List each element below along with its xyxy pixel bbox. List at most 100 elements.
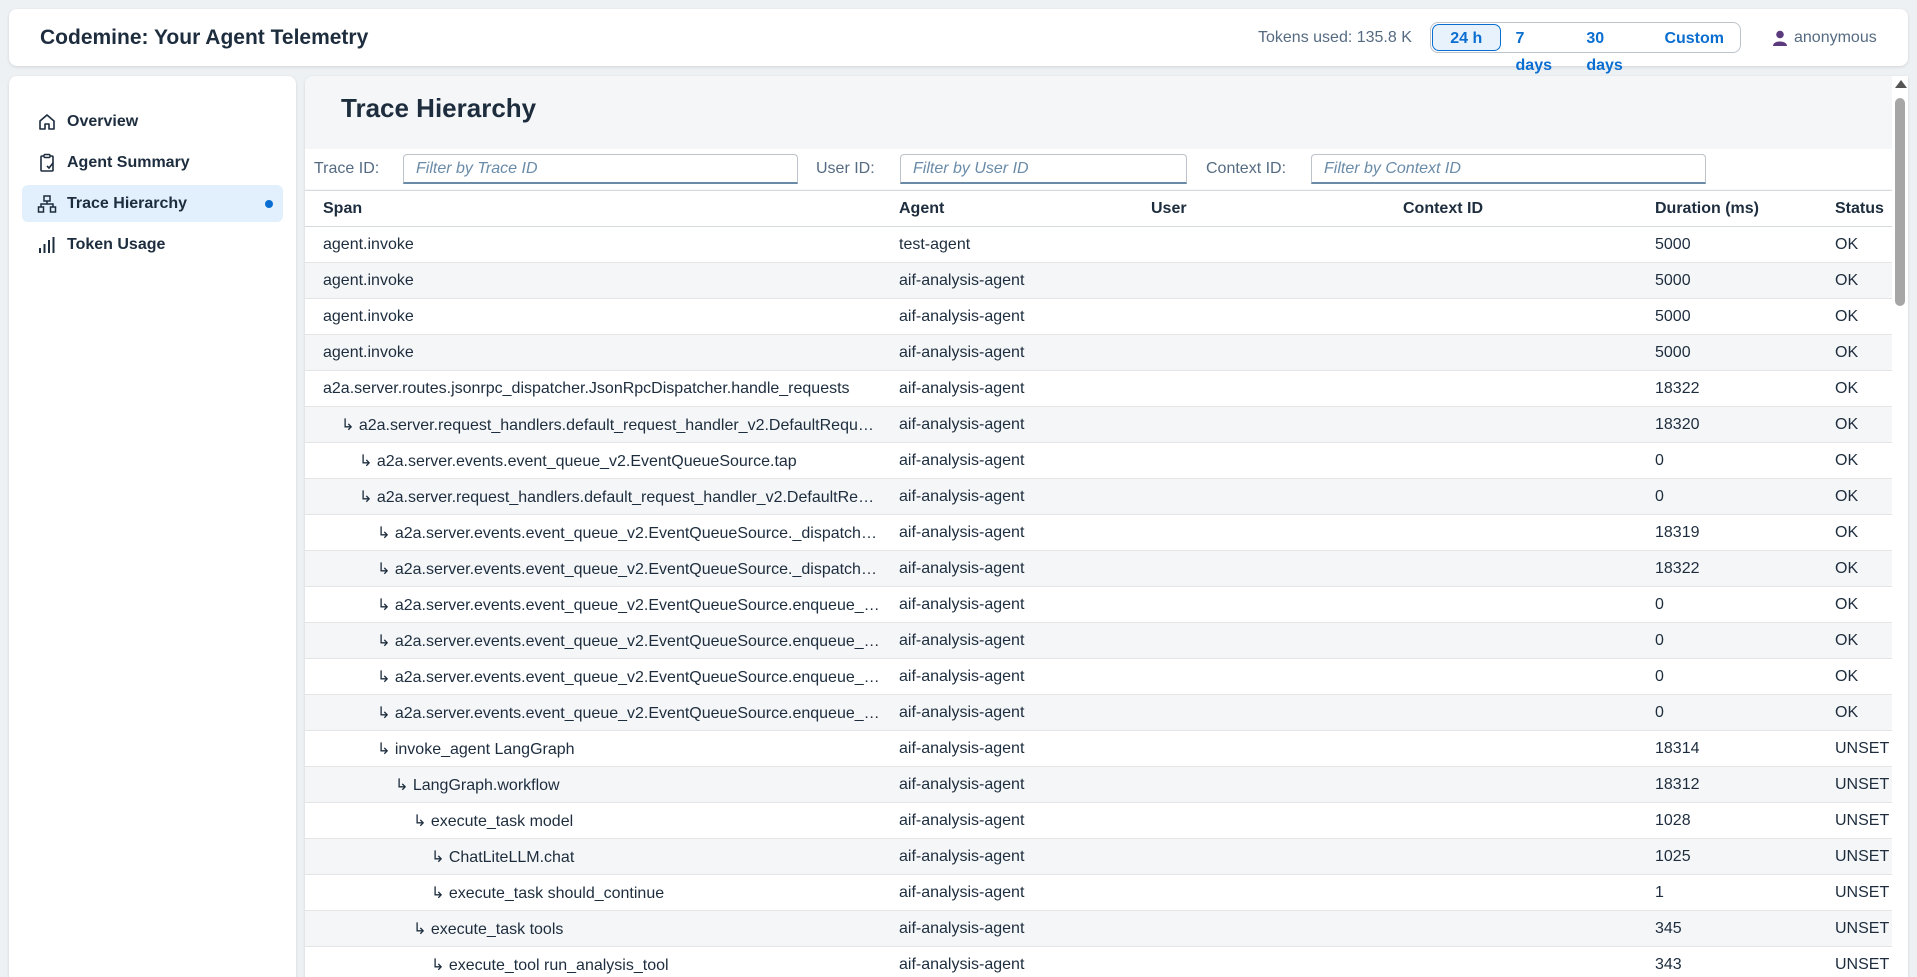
user-cell (1133, 586, 1385, 623)
range-custom-button[interactable]: Custom (1649, 24, 1739, 51)
sidebar-item-token-usage[interactable]: Token Usage (22, 226, 283, 263)
user-cell (1133, 766, 1385, 803)
scrollbar[interactable] (1892, 76, 1908, 977)
span-cell: ↳ a2a.server.events.event_queue_v2.Event… (305, 586, 881, 623)
column-header-context-id[interactable]: Context ID (1385, 190, 1637, 227)
table-row[interactable]: ↳ execute_tool run_analysis_tool aif-anal… (305, 946, 1892, 977)
user-cell (1133, 730, 1385, 767)
sidebar-item-overview[interactable]: Overview (22, 103, 283, 140)
user-cell (1133, 550, 1385, 587)
span-cell: ↳ invoke_agent LangGraph (305, 730, 881, 767)
status-cell: OK (1817, 550, 1892, 587)
agent-cell: aif-analysis-agent (881, 874, 1133, 911)
table-row[interactable]: ↳ a2a.server.events.event_queue_v2.Event… (305, 442, 1892, 479)
context-id-cell (1385, 370, 1637, 407)
table-row[interactable]: a2a.server.routes.jsonrpc_dispatcher.Jso… (305, 370, 1892, 407)
agent-cell: aif-analysis-agent (881, 586, 1133, 623)
scrollbar-thumb[interactable] (1895, 98, 1905, 306)
sidebar-item-trace-hierarchy[interactable]: Trace Hierarchy (22, 185, 283, 222)
table-row[interactable]: ↳ execute_task should_continue aif-analys… (305, 874, 1892, 911)
span-cell: ↳ a2a.server.events.event_queue_v2.Event… (305, 658, 881, 695)
status-cell: OK (1817, 514, 1892, 551)
duration-cell: 343 (1637, 946, 1817, 977)
duration-cell: 18322 (1637, 550, 1817, 587)
context-id-cell (1385, 514, 1637, 551)
context-id-label: Context ID: (1206, 160, 1287, 177)
table-row[interactable]: ↳ invoke_agent LangGraph aif-analysis-age… (305, 730, 1892, 767)
column-header-duration[interactable]: Duration (ms) (1637, 190, 1817, 227)
duration-cell: 18314 (1637, 730, 1817, 767)
table-row[interactable]: ↳ LangGraph.workflow aif-analysis-agent 18… (305, 766, 1892, 803)
context-id-cell (1385, 946, 1637, 977)
duration-cell: 345 (1637, 910, 1817, 947)
column-header-status[interactable]: Status (1817, 190, 1892, 227)
context-id-cell (1385, 766, 1637, 803)
range-7days-button[interactable]: 7 days (1501, 24, 1572, 74)
status-cell: UNSET (1817, 874, 1892, 911)
table-row[interactable]: ↳ a2a.server.request_handlers.default_re… (305, 406, 1892, 443)
user-cell (1133, 694, 1385, 731)
status-cell: OK (1817, 262, 1892, 299)
span-cell: ↳ a2a.server.events.event_queue_v2.Event… (305, 550, 881, 587)
home-icon (37, 112, 57, 132)
table-row[interactable]: ↳ execute_task model aif-analysis-agent 10… (305, 802, 1892, 839)
table-row[interactable]: agent.invoke test-agent 5000 OK (305, 226, 1892, 263)
user-id-filter-input[interactable] (900, 154, 1187, 184)
user-menu[interactable]: anonymous (1773, 9, 1877, 66)
user-cell (1133, 226, 1385, 263)
table-row[interactable]: agent.invoke aif-analysis-agent 5000 OK (305, 298, 1892, 335)
page-title: Trace Hierarchy (341, 93, 537, 123)
table-row[interactable]: ↳ execute_task tools aif-analysis-agent 34… (305, 910, 1892, 947)
table-row[interactable]: ↳ a2a.server.events.event_queue_v2.Event… (305, 694, 1892, 731)
status-cell: OK (1817, 658, 1892, 695)
agent-cell: aif-analysis-agent (881, 622, 1133, 659)
table-row[interactable]: ↳ a2a.server.events.event_queue_v2.Event… (305, 658, 1892, 695)
sidebar-item-label: Overview (67, 112, 139, 130)
sidebar-item-agent-summary[interactable]: Agent Summary (22, 144, 283, 181)
duration-cell: 18320 (1637, 406, 1817, 443)
duration-cell: 1 (1637, 874, 1817, 911)
trace-id-filter-input[interactable] (403, 154, 798, 184)
user-cell (1133, 514, 1385, 551)
column-header-user[interactable]: User (1133, 190, 1385, 227)
table-row[interactable]: agent.invoke aif-analysis-agent 5000 OK (305, 262, 1892, 299)
span-cell: agent.invoke (305, 262, 881, 299)
table-row[interactable]: ↳ a2a.server.events.event_queue_v2.Event… (305, 586, 1892, 623)
span-cell: ↳ a2a.server.events.event_queue_v2.Event… (305, 514, 881, 551)
column-header-span[interactable]: Span (305, 190, 881, 227)
hierarchy-icon (37, 194, 57, 214)
status-cell: UNSET (1817, 766, 1892, 803)
span-cell: ↳ a2a.server.request_handlers.default_re… (305, 406, 881, 443)
duration-cell: 18322 (1637, 370, 1817, 407)
duration-cell: 0 (1637, 658, 1817, 695)
span-cell: ↳ execute_task should_continue (305, 874, 881, 911)
status-cell: OK (1817, 478, 1892, 515)
range-30days-button[interactable]: 30 days (1571, 24, 1649, 74)
status-cell: OK (1817, 334, 1892, 371)
column-header-agent[interactable]: Agent (881, 190, 1133, 227)
table-row[interactable]: ↳ a2a.server.events.event_queue_v2.Event… (305, 622, 1892, 659)
context-id-cell (1385, 334, 1637, 371)
context-id-cell (1385, 442, 1637, 479)
table-row[interactable]: ↳ a2a.server.request_handlers.default_re… (305, 478, 1892, 515)
context-id-filter-input[interactable] (1311, 154, 1706, 184)
table-row[interactable]: ↳ a2a.server.events.event_queue_v2.Event… (305, 514, 1892, 551)
duration-cell: 18312 (1637, 766, 1817, 803)
table-row[interactable]: agent.invoke aif-analysis-agent 5000 OK (305, 334, 1892, 371)
span-cell: ↳ a2a.server.events.event_queue_v2.Event… (305, 622, 881, 659)
scroll-up-arrow-icon[interactable] (1895, 80, 1907, 88)
agent-cell: aif-analysis-agent (881, 946, 1133, 977)
agent-cell: aif-analysis-agent (881, 298, 1133, 335)
span-cell: agent.invoke (305, 334, 881, 371)
range-24h-button[interactable]: 24 h (1432, 24, 1501, 51)
status-cell: OK (1817, 370, 1892, 407)
clipboard-check-icon (37, 153, 57, 173)
duration-cell: 18319 (1637, 514, 1817, 551)
duration-cell: 0 (1637, 622, 1817, 659)
context-id-cell (1385, 622, 1637, 659)
table-row[interactable]: ↳ a2a.server.events.event_queue_v2.Event… (305, 550, 1892, 587)
context-id-cell (1385, 262, 1637, 299)
table-row[interactable]: ↳ ChatLiteLLM.chat aif-analysis-agent 1025… (305, 838, 1892, 875)
agent-cell: aif-analysis-agent (881, 766, 1133, 803)
status-cell: OK (1817, 694, 1892, 731)
